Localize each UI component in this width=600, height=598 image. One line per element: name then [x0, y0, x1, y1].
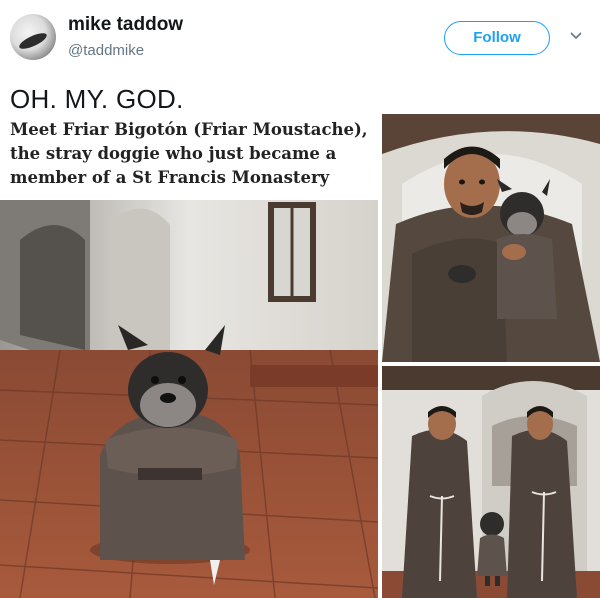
- author-name[interactable]: mike taddow: [68, 14, 183, 36]
- tweet-header: mike taddow @taddmike Follow: [0, 0, 600, 80]
- two-friars-with-dog-photo[interactable]: [382, 366, 600, 598]
- tweet-media[interactable]: Meet Friar Bigotón (Friar Moustache), th…: [0, 112, 600, 598]
- author-handle[interactable]: @taddmike: [68, 42, 144, 59]
- friar-holding-dog-photo[interactable]: [382, 114, 600, 362]
- media-caption: Meet Friar Bigotón (Friar Moustache), th…: [10, 120, 368, 187]
- dog-in-robe-photo[interactable]: [0, 200, 378, 598]
- avatar[interactable]: [10, 14, 56, 60]
- follow-button[interactable]: Follow: [444, 21, 550, 55]
- tweet-text: OH. MY. GOD.: [10, 84, 184, 114]
- media-caption-box: Meet Friar Bigotón (Friar Moustache), th…: [0, 112, 378, 200]
- chevron-down-icon[interactable]: [569, 28, 583, 42]
